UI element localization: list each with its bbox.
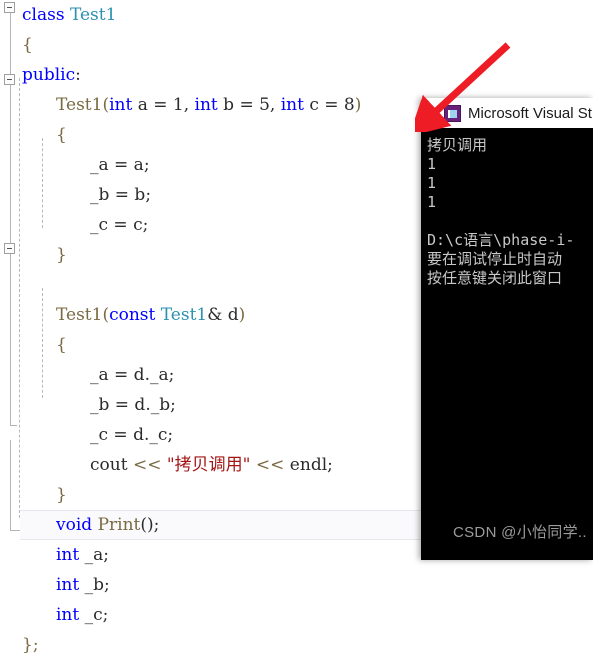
code-token: int [109, 95, 133, 115]
code-token: { [56, 125, 67, 145]
code-token: } [56, 245, 67, 265]
console-line: 拷贝调用 [427, 136, 488, 154]
code-token: Test1 [56, 305, 103, 325]
code-line[interactable]: { [0, 30, 593, 60]
code-token: cout [90, 455, 133, 475]
code-token: int [56, 575, 80, 595]
console-title: Microsoft Visual St [468, 104, 592, 122]
code-token: const [109, 305, 156, 325]
code-token: "拷贝调用" [166, 455, 251, 475]
code-token: a = 1, [132, 95, 195, 115]
code-token: { [56, 335, 67, 355]
code-token: _c; [79, 605, 109, 625]
code-line[interactable]: int _c; [0, 600, 593, 630]
code-token: public [22, 65, 76, 85]
code-token: { [22, 35, 33, 55]
code-token: b = 5, [217, 95, 281, 115]
code-token: << [255, 455, 285, 475]
console-window[interactable]: Microsoft Visual St 拷贝调用 1 1 1 D:\c语言\phase-… [421, 98, 593, 560]
code-token: _a = d._a; [90, 365, 175, 385]
console-line: 按任意键关闭此窗口 [427, 269, 563, 287]
code-token: endl; [284, 455, 333, 475]
watermark-text: CSDN @小怡同学.. [453, 524, 587, 541]
code-token: : [75, 65, 81, 85]
code-token: class [22, 5, 70, 25]
code-token: _a = a; [90, 155, 150, 175]
console-titlebar[interactable]: Microsoft Visual St [421, 98, 593, 128]
code-token: _a; [79, 545, 109, 565]
code-token: ) [354, 95, 362, 115]
code-token: Test1 [160, 305, 208, 325]
code-token: Print [97, 515, 141, 535]
code-token: _b = b; [90, 185, 152, 205]
console-line: 1 [427, 193, 437, 211]
code-token: << [132, 455, 162, 475]
console-line: 1 [427, 155, 437, 173]
code-token: _c = c; [90, 215, 149, 235]
code-token: } [56, 485, 67, 505]
code-token: & d [207, 305, 239, 325]
code-token: int [280, 95, 304, 115]
code-token: Test1 [69, 5, 117, 25]
code-token: }; [22, 635, 39, 655]
code-token: ) [238, 305, 246, 325]
console-output: 拷贝调用 1 1 1 D:\c语言\phase-i- 要在调试停止时自动 按任意键关闭此窗口 [421, 128, 593, 560]
code-token: _b = d._b; [90, 395, 176, 415]
code-token: void [56, 515, 93, 535]
code-token: int [56, 605, 80, 625]
code-token: int [194, 95, 218, 115]
code-token: _c = d._c; [90, 425, 174, 445]
code-line[interactable]: class Test1 [0, 0, 593, 30]
code-token: _b; [79, 575, 110, 595]
code-line[interactable]: }; [0, 630, 593, 660]
code-token: int [56, 545, 80, 565]
code-line[interactable]: public: [0, 60, 593, 90]
console-line: D:\c语言\phase-i- [427, 231, 575, 249]
visual-studio-icon [444, 104, 461, 122]
console-line: 1 [427, 174, 437, 192]
code-token: (); [140, 515, 160, 535]
code-token: Test1 [56, 95, 103, 115]
code-token: c = 8 [303, 95, 355, 115]
code-line[interactable]: int _b; [0, 570, 593, 600]
console-line: 要在调试停止时自动 [427, 250, 563, 268]
